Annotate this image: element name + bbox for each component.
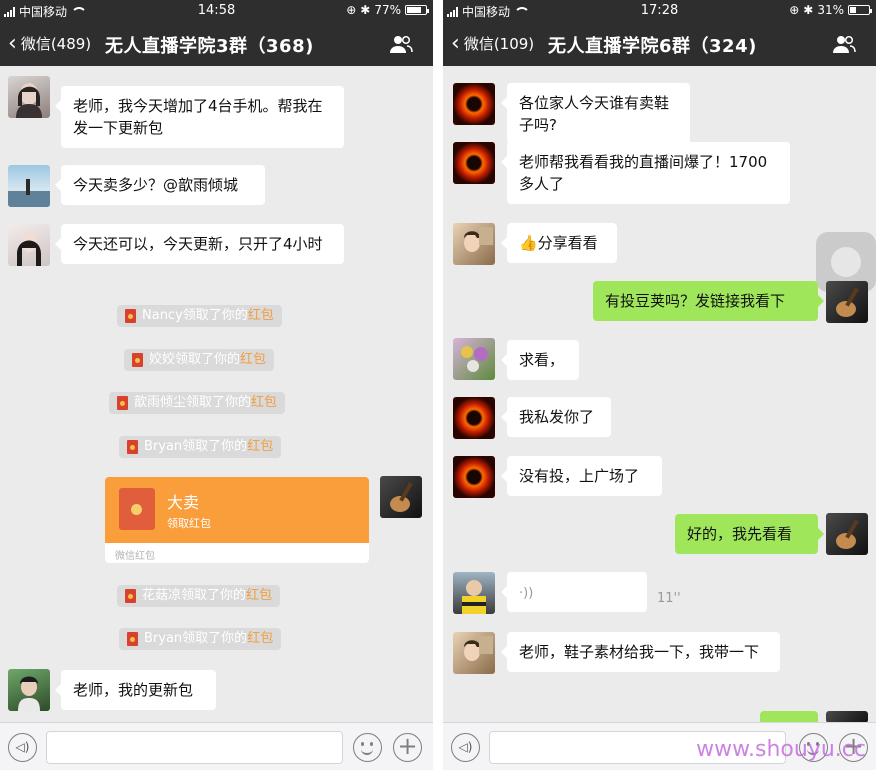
- back-button[interactable]: ‹ 微信(489): [8, 30, 92, 56]
- message-bubble[interactable]: 好的，我先看看: [675, 514, 824, 554]
- bluetooth-icon: ✱: [803, 3, 814, 17]
- message-list[interactable]: 各位家人今天谁有卖鞋子吗? 老师帮我看看我的直播间爆了！1700多人了 👍分享看…: [443, 66, 876, 723]
- red-envelope-icon: [119, 488, 155, 530]
- message-bubble[interactable]: 老师，我今天增加了4台手机。帮我在发一下更新包: [55, 86, 344, 148]
- message-bubble[interactable]: 没有投，上广场了: [501, 456, 662, 496]
- chat-title: 无人直播学院6群（324): [548, 36, 757, 57]
- status-bar: 中国移动 14:58 ⊕ ✱ 77%: [0, 0, 433, 22]
- status-bar: 中国移动 17:28 ⊕ ✱ 31%: [443, 0, 876, 22]
- back-label: 微信(489): [20, 35, 92, 53]
- bluetooth-icon: ✱: [360, 3, 371, 17]
- voice-input-button[interactable]: ◁): [451, 733, 480, 762]
- watermark: www.shouyu.cc: [696, 737, 866, 762]
- system-notice: Bryan领取了你的红包: [119, 628, 282, 650]
- avatar[interactable]: [8, 76, 50, 118]
- system-notice: 花菇凉领取了你的红包: [117, 585, 281, 607]
- avatar[interactable]: [826, 513, 868, 555]
- avatar[interactable]: [453, 142, 495, 184]
- red-packet-icon: [117, 396, 128, 410]
- voice-input-button[interactable]: ◁): [8, 733, 37, 762]
- voice-wave-icon: ·)): [519, 586, 534, 601]
- red-packet-icon: [127, 632, 138, 646]
- avatar[interactable]: [453, 572, 495, 614]
- battery-icon: [405, 5, 429, 15]
- system-notice: 歆雨倾尘领取了你的红包: [109, 392, 286, 414]
- red-packet-subtitle: 领取红包: [167, 517, 211, 530]
- voice-duration: 11'': [657, 591, 681, 606]
- message-bubble[interactable]: 👍分享看看: [501, 223, 617, 263]
- message-bubble[interactable]: 我私发你了: [501, 397, 611, 437]
- system-notice: 姣姣领取了你的红包: [124, 349, 275, 371]
- avatar[interactable]: [8, 165, 50, 207]
- avatar[interactable]: [453, 397, 495, 439]
- message-bubble[interactable]: 老师帮我看看我的直播间爆了！1700多人了: [501, 142, 790, 204]
- avatar[interactable]: [826, 281, 868, 323]
- red-packet-icon: [132, 353, 143, 367]
- input-bar: ◁) +: [0, 722, 433, 770]
- message-bubble[interactable]: 老师，我的更新包: [55, 670, 216, 710]
- avatar[interactable]: [453, 632, 495, 674]
- red-packet-footer: 微信红包: [115, 551, 155, 562]
- message-bubble[interactable]: 今天还可以，今天更新，只开了4小时: [55, 224, 344, 264]
- nav-bar: ‹ 微信(489) 无人直播学院3群（368): [0, 22, 433, 66]
- system-notice: Bryan领取了你的红包: [119, 436, 282, 458]
- group-members-icon[interactable]: [832, 34, 856, 54]
- avatar[interactable]: [380, 476, 422, 518]
- battery-percent: 31%: [817, 3, 844, 17]
- chat-title: 无人直播学院3群（368): [105, 36, 314, 57]
- avatar[interactable]: [453, 456, 495, 498]
- emoji-button[interactable]: [353, 733, 382, 762]
- message-bubble[interactable]: 今天卖多少？@歆雨倾城: [55, 165, 265, 205]
- red-packet-icon: [125, 309, 136, 323]
- chat-screen-left: 中国移动 14:58 ⊕ ✱ 77% ‹ 微信(489) 无人直播学院3群（36…: [0, 0, 433, 770]
- alarm-icon: ⊕: [789, 3, 800, 17]
- system-notice: Nancy领取了你的红包: [117, 305, 282, 327]
- red-packet-card[interactable]: 大卖 领取红包 微信红包: [105, 477, 369, 563]
- red-packet-icon: [125, 589, 136, 603]
- avatar[interactable]: [453, 83, 495, 125]
- alarm-icon: ⊕: [346, 3, 357, 17]
- chevron-left-icon: ‹: [8, 30, 17, 56]
- message-bubble[interactable]: 各位家人今天谁有卖鞋子吗?: [501, 83, 690, 145]
- back-button[interactable]: ‹ 微信(109): [451, 30, 535, 56]
- back-label: 微信(109): [463, 35, 535, 53]
- red-packet-icon: [127, 440, 138, 454]
- group-members-icon[interactable]: [389, 34, 413, 54]
- avatar[interactable]: [8, 224, 50, 266]
- red-packet-title: 大卖: [167, 493, 200, 512]
- message-bubble[interactable]: 求看，: [501, 340, 579, 380]
- message-input[interactable]: [46, 731, 343, 764]
- nav-bar: ‹ 微信(109) 无人直播学院6群（324): [443, 22, 876, 66]
- avatar[interactable]: [8, 669, 50, 711]
- voice-message[interactable]: ·)): [501, 572, 647, 612]
- avatar[interactable]: [453, 338, 495, 380]
- chat-screen-right: 中国移动 17:28 ⊕ ✱ 31% ‹ 微信(109) 无人直播学院6群（32…: [443, 0, 876, 770]
- avatar[interactable]: [453, 223, 495, 265]
- battery-icon: [848, 5, 872, 15]
- battery-percent: 77%: [374, 3, 401, 17]
- message-bubble[interactable]: 有投豆荚吗？发链接我看下: [593, 281, 824, 321]
- more-button[interactable]: +: [393, 733, 422, 762]
- chevron-left-icon: ‹: [451, 30, 460, 56]
- message-bubble[interactable]: 老师，鞋子素材给我一下，我带一下: [501, 632, 780, 672]
- message-list[interactable]: 老师，我今天增加了4台手机。帮我在发一下更新包 今天卖多少？@歆雨倾城 今天还可…: [0, 66, 433, 722]
